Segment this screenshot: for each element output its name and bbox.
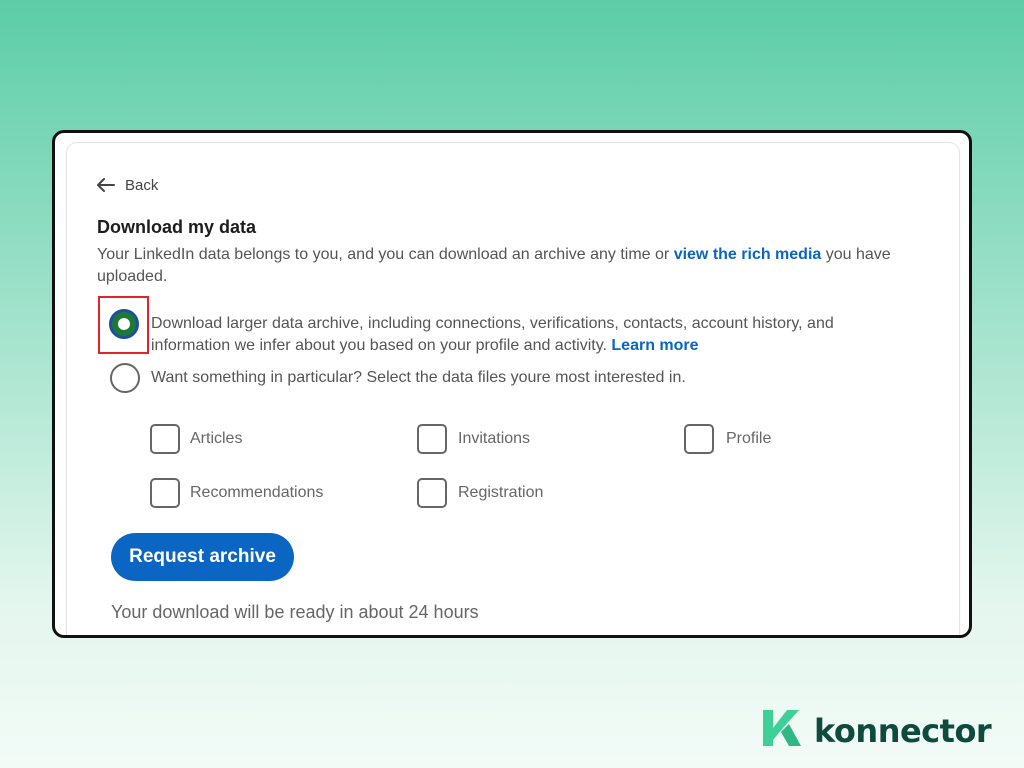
checkbox-label-recommendations: Recommendations <box>190 484 324 501</box>
checkbox-articles[interactable] <box>150 424 180 454</box>
checkbox-label-articles: Articles <box>190 430 243 447</box>
ready-note: Your download will be ready in about 24 … <box>111 602 479 622</box>
radio-full-archive[interactable] <box>109 309 139 339</box>
full-archive-text: Download larger data archive, including … <box>151 315 834 354</box>
request-archive-button[interactable]: Request archive <box>111 533 294 581</box>
checkbox-registration[interactable] <box>417 478 447 508</box>
specific-files-option: Want something in particular? Select the… <box>151 369 686 386</box>
checkbox-profile[interactable] <box>684 424 714 454</box>
konnector-k-logo-icon <box>760 706 802 755</box>
brand-logo: konnector <box>760 706 992 755</box>
rich-media-link[interactable]: view the rich media <box>674 246 822 263</box>
back-label: Back <box>125 176 159 194</box>
page-description: Your LinkedIn data belongs to you, and y… <box>97 244 927 288</box>
checkbox-invitations[interactable] <box>417 424 447 454</box>
brand-name: konnector <box>814 711 992 750</box>
checkbox-label-invitations: Invitations <box>458 430 531 447</box>
learn-more-link[interactable]: Learn more <box>611 337 698 354</box>
page-title: Download my data <box>97 217 257 237</box>
screenshot-frame: Back Download my data Your LinkedIn data… <box>52 130 972 638</box>
description-text: Your LinkedIn data belongs to you, and y… <box>97 246 674 263</box>
arrow-left-icon <box>97 178 115 192</box>
full-archive-option: Download larger data archive, including … <box>151 313 911 357</box>
radio-specific-files[interactable] <box>110 363 140 393</box>
back-link[interactable]: Back <box>97 173 158 197</box>
checkbox-recommendations[interactable] <box>150 478 180 508</box>
checkbox-label-profile: Profile <box>726 430 772 447</box>
checkbox-label-registration: Registration <box>458 484 544 501</box>
download-data-panel: Back Download my data Your LinkedIn data… <box>67 143 959 635</box>
